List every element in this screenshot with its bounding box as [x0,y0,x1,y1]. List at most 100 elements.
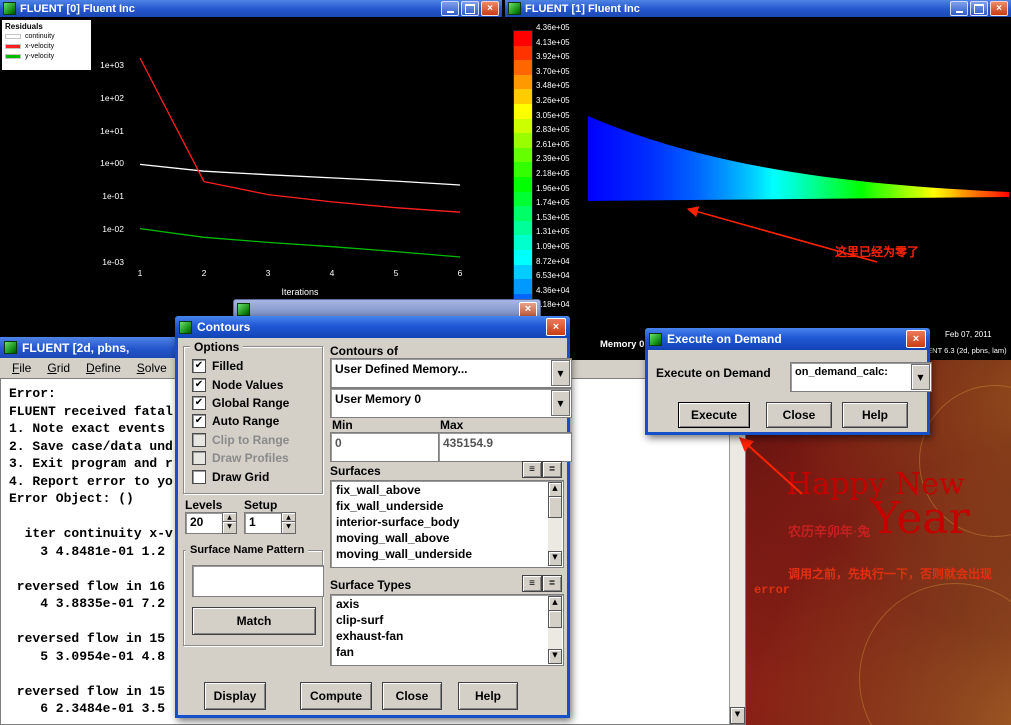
scroll-up-icon[interactable]: ▲ [548,596,562,611]
max-field[interactable]: 435154.9 [438,432,572,462]
scrollbar-thumb[interactable] [548,610,562,628]
help-button[interactable]: Help [458,682,518,710]
deselect-icon[interactable]: = [542,575,562,592]
surface-types-list-item[interactable]: exhaust-fan [333,629,547,645]
display-button[interactable]: Display [204,682,266,710]
colorbar-tick-label: 3.70e+05 [536,67,570,82]
option-clip-to-range: Clip to Range [184,431,322,449]
residual-series-x-velocity [140,58,460,212]
close-icon[interactable]: × [990,1,1008,16]
memory-dropdown[interactable]: User Memory 0 ▼ [330,388,572,418]
contours-of-dropdown[interactable]: User Defined Memory... ▼ [330,358,572,388]
surface-types-scrollbar[interactable]: ▲ ▼ [548,596,562,664]
surfaces-list-item[interactable]: interior-surface_body [333,515,547,531]
checkbox-icon[interactable]: ✔ [192,396,206,410]
setup-stepper[interactable]: 1 ▲ ▼ [244,512,296,534]
menu-item[interactable]: Grid [39,360,78,376]
max-label: Max [440,418,463,432]
checkbox-icon[interactable] [192,433,206,447]
surface-name-pattern-input[interactable] [192,565,324,597]
execute-titlebar[interactable]: Execute on Demand × [645,328,930,350]
y-axis-tick-label: 1e+02 [84,93,124,126]
close-icon[interactable]: × [546,318,566,336]
surface-types-list-item[interactable]: axis [333,597,547,613]
chevron-down-icon[interactable]: ▼ [551,390,570,416]
deselect-icon[interactable]: = [542,461,562,478]
surface-name-pattern-group: Surface Name Pattern Match [183,550,323,646]
scrollbar-thumb[interactable] [548,496,562,518]
menu-item[interactable]: File [4,360,39,376]
minimize-icon[interactable] [950,1,968,16]
fluent0-titlebar[interactable]: FLUENT [0] Fluent Inc × [0,0,502,17]
surfaces-label: Surfaces [330,464,381,478]
option-draw-grid[interactable]: Draw Grid [184,467,322,485]
colorbar-band [514,46,532,61]
help-button[interactable]: Help [842,402,908,428]
surfaces-list-item[interactable]: fix_wall_underside [333,499,547,515]
function-dropdown[interactable]: on_demand_calc: ▼ [790,362,932,392]
surfaces-list-item[interactable]: fix_wall_above [333,483,547,499]
colorbar-band [514,89,532,104]
fluent1-titlebar[interactable]: FLUENT [1] Fluent Inc × [505,0,1011,17]
checkbox-icon[interactable]: ✔ [192,414,206,428]
checkbox-icon[interactable]: ✔ [192,378,206,392]
surfaces-list-item[interactable]: moving_wall_above [333,531,547,547]
colorbar-band [514,133,532,148]
checkbox-label: Filled [212,359,243,373]
checkbox-icon[interactable] [192,451,206,465]
colorbar-tick-label: 3.26e+05 [536,96,570,111]
select-all-icon[interactable]: ≡ [522,575,542,592]
checkbox-icon[interactable]: ✔ [192,359,206,373]
select-all-icon[interactable]: ≡ [522,461,542,478]
menu-item[interactable]: Solve [129,360,175,376]
match-button[interactable]: Match [192,607,316,635]
option-filled[interactable]: ✔ Filled [184,357,322,375]
chevron-down-icon[interactable]: ▼ [911,364,930,390]
residual-series-y-velocity [140,229,460,257]
scroll-down-icon[interactable]: ▼ [548,551,562,566]
min-field[interactable]: 0 [330,432,442,462]
wallpaper-lunar-year-text: 农历辛卯年·兔 [788,521,870,540]
compute-button[interactable]: Compute [300,682,372,710]
minimize-icon[interactable] [441,1,459,16]
surface-types-list[interactable]: axisclip-surfexhaust-fanfan ▲ ▼ [330,594,564,666]
contours-titlebar[interactable]: Contours × [175,316,570,338]
spin-down-icon[interactable]: ▼ [222,521,237,534]
fluent-app-icon [3,2,16,15]
maximize-icon[interactable] [461,1,479,16]
option-global-range[interactable]: ✔Global Range [184,394,322,412]
surface-types-list-item[interactable]: fan [333,645,547,661]
colorbar-band [514,148,532,163]
close-button[interactable]: Close [382,682,442,710]
option-node-values[interactable]: ✔Node Values [184,375,322,393]
close-icon[interactable]: × [906,330,926,348]
checkbox-label: Auto Range [212,414,279,428]
min-label: Min [332,418,353,432]
residual-series-continuity [140,164,460,185]
setup-value[interactable]: 1 [244,512,283,534]
scroll-down-icon[interactable]: ▼ [548,649,562,664]
menu-item[interactable]: Define [78,360,129,376]
maximize-icon[interactable] [970,1,988,16]
surfaces-scrollbar[interactable]: ▲ ▼ [548,482,562,566]
close-button[interactable]: Close [766,402,832,428]
colorbar-band [514,104,532,119]
scroll-down-icon[interactable]: ▼ [730,707,745,724]
close-icon[interactable]: × [481,1,499,16]
scroll-up-icon[interactable]: ▲ [548,482,562,497]
checkbox-icon[interactable] [192,470,206,484]
levels-value[interactable]: 20 [185,512,224,534]
surface-types-list-item[interactable]: clip-surf [333,613,547,629]
colorbar-tick-label: 2.61e+05 [536,140,570,155]
levels-stepper[interactable]: 20 ▲ ▼ [185,512,237,534]
fluent0-window: FLUENT [0] Fluent Inc × Residuals contin… [0,0,502,337]
surfaces-list-item[interactable]: moving_wall_underside [333,547,547,563]
y-velocity-swatch [5,54,21,59]
colorbar-tick-label: 4.36e+05 [536,23,570,38]
surfaces-list[interactable]: fix_wall_abovefix_wall_undersideinterior… [330,480,564,568]
execute-title: Execute on Demand [667,332,782,346]
chevron-down-icon[interactable]: ▼ [551,360,570,386]
option-auto-range[interactable]: ✔ Auto Range [184,412,322,430]
execute-button[interactable]: Execute [678,402,750,428]
spin-down-icon[interactable]: ▼ [281,521,296,534]
